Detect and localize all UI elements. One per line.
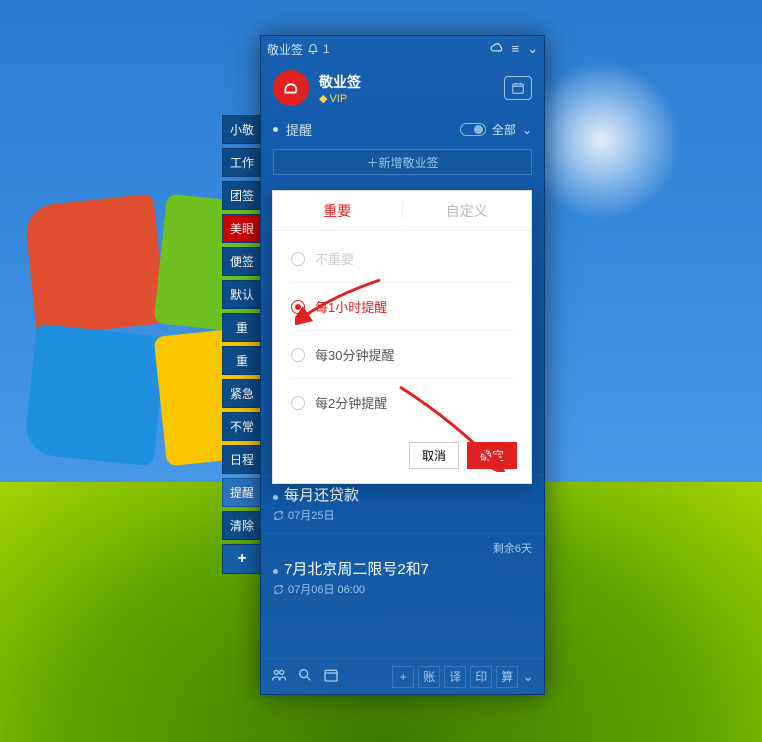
chevron-down-icon[interactable]: ⌄ [527,41,538,58]
item-date: 07月06日 06:00 [288,581,365,597]
section-label: 提醒 [286,120,312,139]
priority-modal: 重要 自定义 不重要 每1小时提醒 每30分钟提醒 每2分钟提醒 取消 确定 [272,190,532,484]
radio-icon [291,252,305,266]
option-two-min[interactable]: 每2分钟提醒 [291,378,513,426]
item-title: 每月还贷款 [284,487,359,504]
category-tab-add[interactable]: + [222,544,262,574]
section-toggle[interactable] [460,123,486,136]
category-tab-beauty[interactable]: 美眼 [222,214,262,243]
modal-tabs: 重要 自定义 [273,191,531,231]
add-note-button[interactable]: ＋新增敬业签 [273,149,532,175]
chevron-down-icon[interactable]: ⌄ [522,668,534,685]
app-name: 敬业签 [319,72,361,92]
app-title-small: 敬业签 [267,41,303,58]
category-tab-xiaojing[interactable]: 小敬 [222,115,262,144]
search-icon[interactable] [297,667,313,686]
cancel-button[interactable]: 取消 [409,442,459,469]
repeat-icon [273,584,284,595]
option-hourly[interactable]: 每1小时提醒 [291,282,513,330]
radio-icon [291,348,305,362]
bottom-toolbar: + 账 译 印 算 ⌄ [261,658,544,694]
section-bar: 提醒 全部 ⌄ [261,116,544,143]
notification-count: 1 [323,42,330,56]
menu-icon[interactable]: ≡ [512,41,520,58]
bb-print[interactable]: 印 [470,666,492,688]
filter-label[interactable]: 全部 [492,121,516,138]
bb-translate[interactable]: 译 [444,666,466,688]
bb-account[interactable]: 账 [418,666,440,688]
item-title: 7月北京周二限号2和7 [284,561,429,578]
category-tab-work[interactable]: 工作 [222,148,262,177]
app-logo [273,70,309,106]
option-not-important[interactable]: 不重要 [291,235,513,282]
category-tab-default[interactable]: 默认 [222,280,262,309]
tab-custom[interactable]: 自定义 [403,191,532,231]
vip-badge: VIP [319,92,361,105]
category-tab-urgent[interactable]: 紧急 [222,379,262,408]
app-header: 敬业签 VIP [261,62,544,116]
people-icon[interactable] [271,667,287,686]
calendar-small-icon[interactable] [323,667,339,686]
category-tab-note[interactable]: 便签 [222,247,262,276]
title-bar: 敬业签 1 ≡ ⌄ [261,36,544,62]
item-date: 07月25日 [288,507,334,523]
bb-plus[interactable]: + [392,666,414,688]
remaining-days: 剩余6天 [493,540,532,556]
tab-important[interactable]: 重要 [273,191,402,231]
chevron-down-icon[interactable]: ⌄ [522,123,532,137]
category-tab-column: 小敬工作团签美眼便签默认重重紧急不常日程提醒清除 + [222,115,262,578]
category-tab-remind[interactable]: 提醒 [222,478,262,507]
option-thirty-min[interactable]: 每30分钟提醒 [291,330,513,378]
radio-icon [291,300,305,314]
category-tab-rare[interactable]: 不常 [222,412,262,441]
calendar-icon[interactable] [504,76,532,100]
cloud-sync-icon[interactable] [490,41,504,58]
category-tab-imp1[interactable]: 重 [222,313,262,342]
category-tab-imp2[interactable]: 重 [222,346,262,375]
bb-calc[interactable]: 算 [496,666,518,688]
category-tab-clear[interactable]: 清除 [222,511,262,540]
bell-icon[interactable] [307,42,319,57]
repeat-icon [273,510,284,521]
confirm-button[interactable]: 确定 [467,442,517,469]
radio-icon [291,396,305,410]
reminder-item[interactable]: 剩余6天 7月北京周二限号2和7 07月06日 06:00 [261,533,544,607]
category-tab-schedule[interactable]: 日程 [222,445,262,474]
category-tab-team[interactable]: 团签 [222,181,262,210]
